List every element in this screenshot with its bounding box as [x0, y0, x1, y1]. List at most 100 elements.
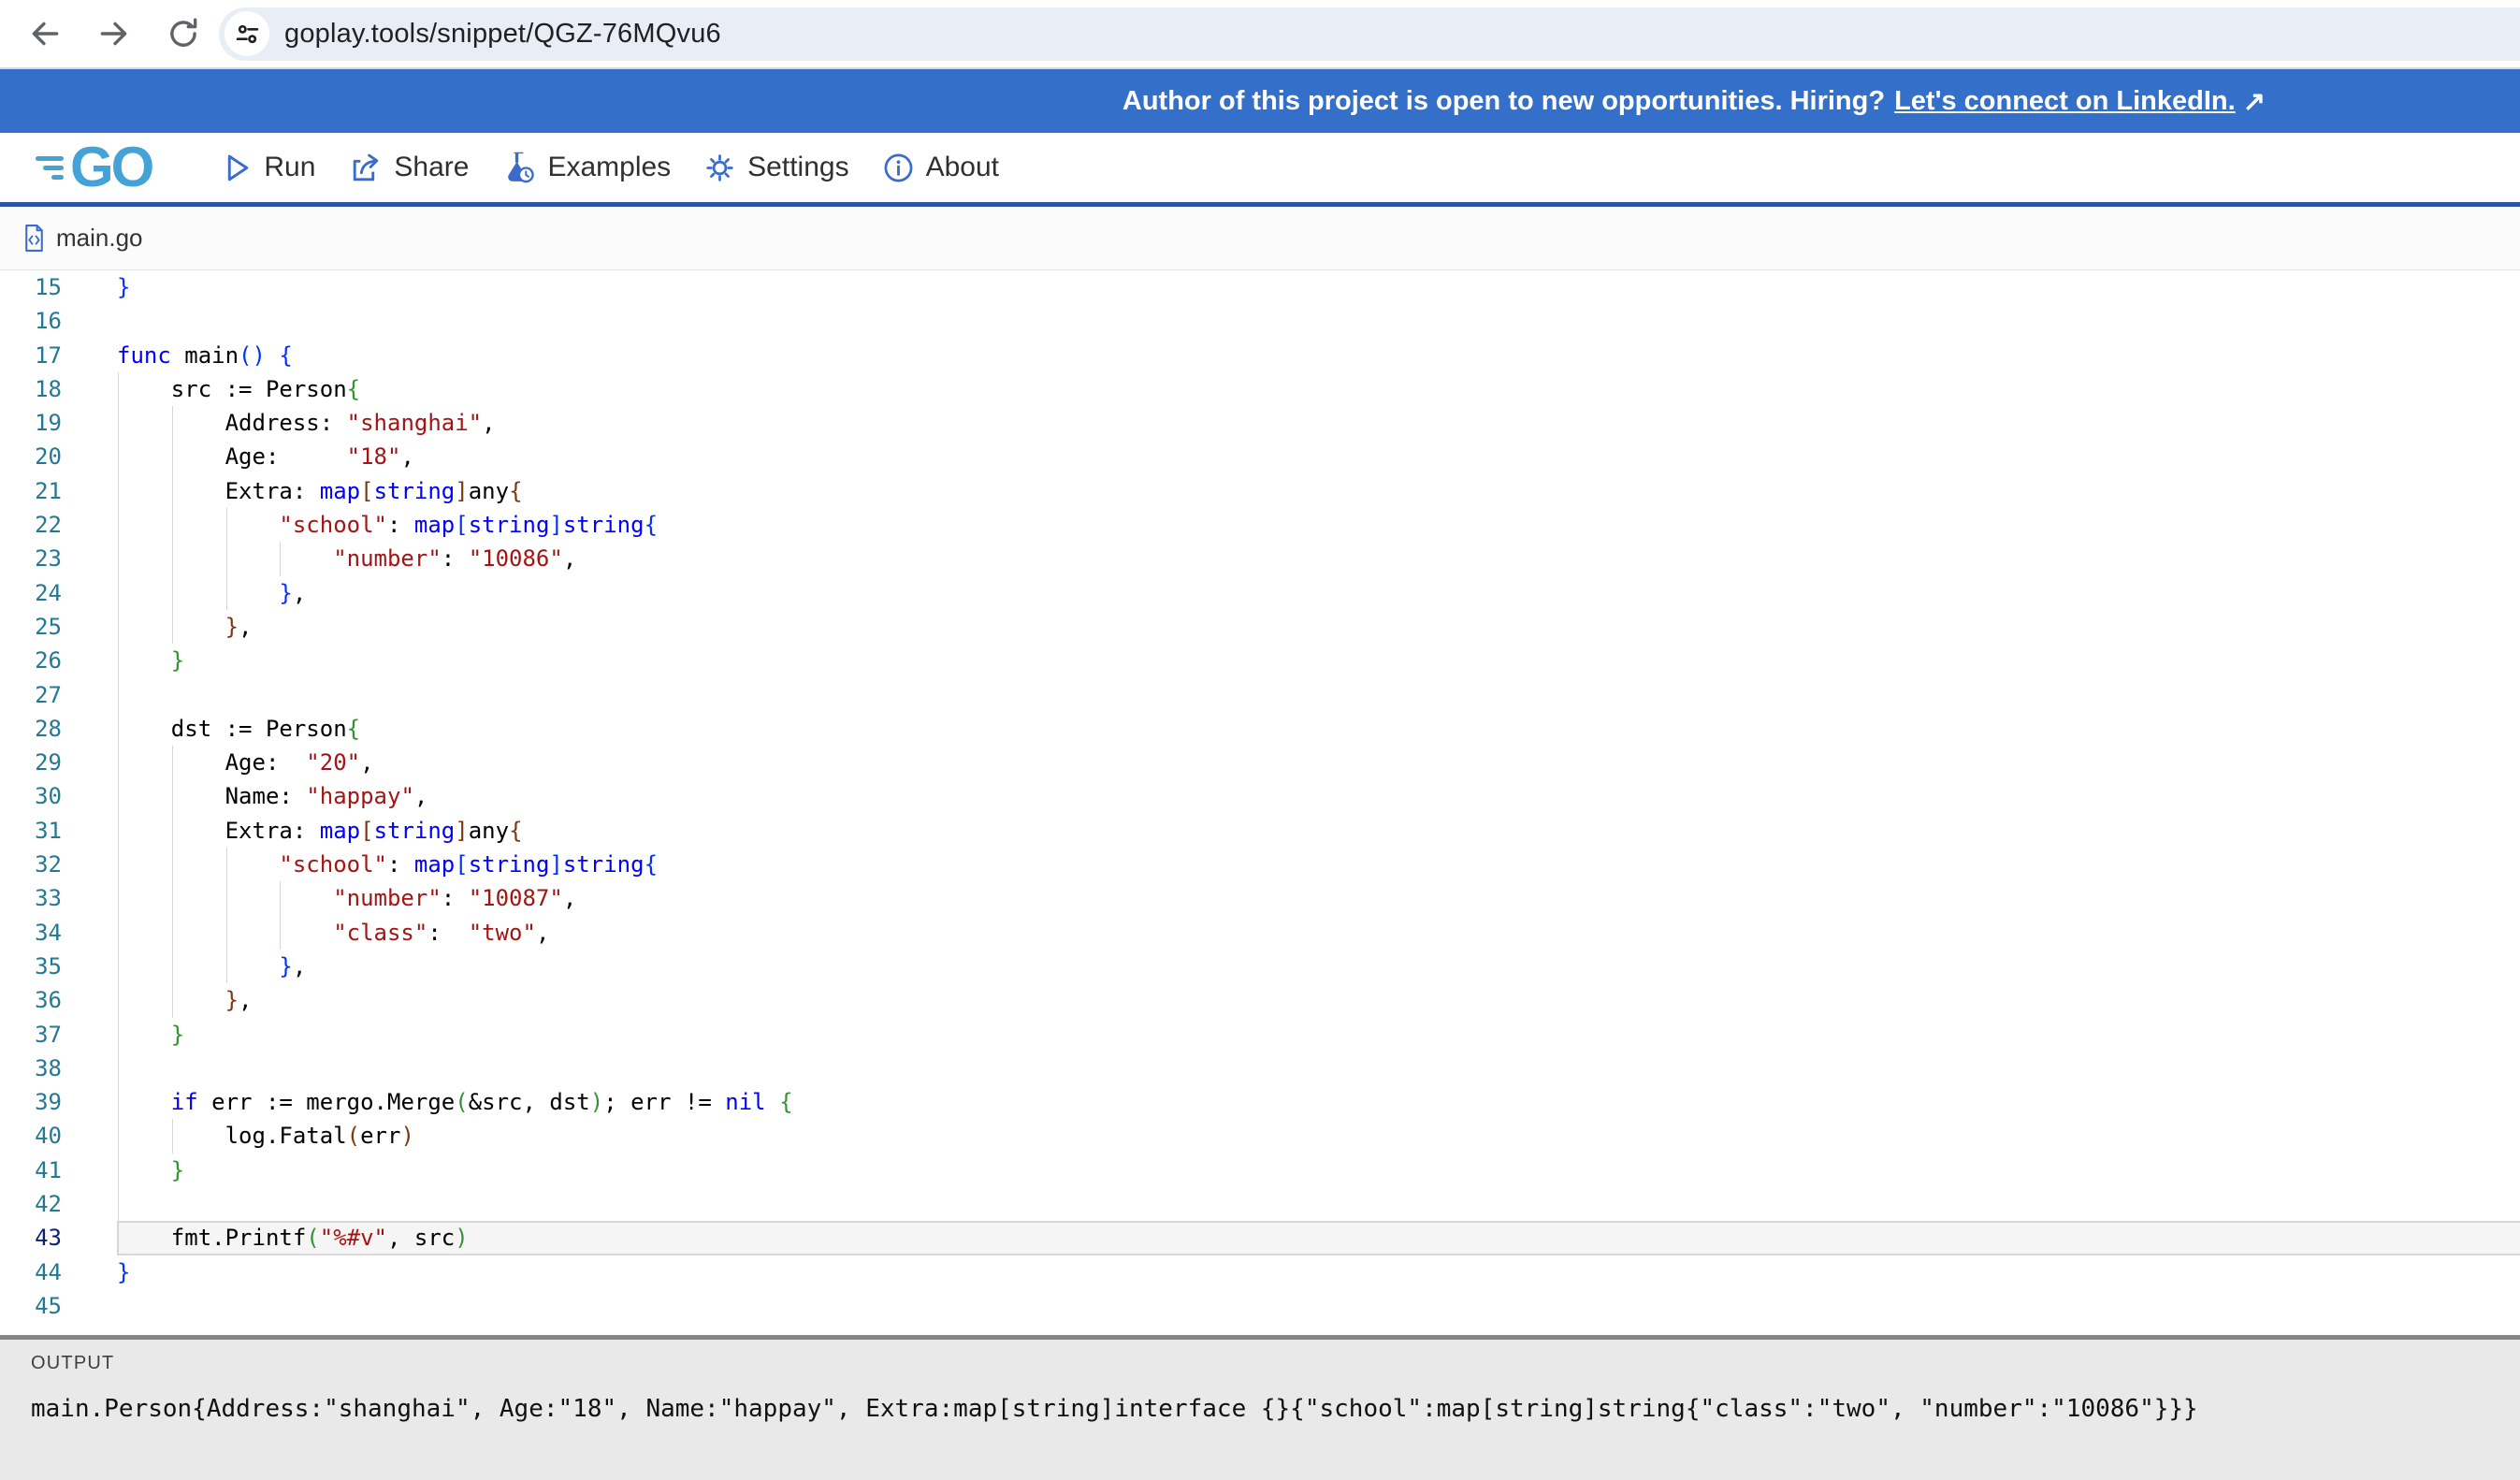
code-line-19[interactable]: 19 Address: "shanghai", [0, 406, 2520, 440]
code-line-39[interactable]: 39 if err := mergo.Merge(&src, dst); err… [0, 1085, 2520, 1119]
code-line-16[interactable]: 16 [0, 304, 2520, 338]
code-line-35[interactable]: 35 }, [0, 950, 2520, 983]
code-line-30[interactable]: 30 Name: "happay", [0, 779, 2520, 813]
code-line-41[interactable]: 41 } [0, 1154, 2520, 1187]
code-line-22[interactable]: 22 "school": map[string]string{ [0, 508, 2520, 542]
code-text: "number": "10086", [117, 545, 576, 572]
run-button[interactable]: Run [223, 152, 315, 183]
indent-guide [118, 1187, 119, 1221]
code-text: Extra: map[string]any{ [117, 478, 523, 504]
run-label: Run [264, 152, 315, 183]
line-number: 30 [0, 779, 62, 813]
line-number: 24 [0, 576, 62, 610]
code-line-25[interactable]: 25 }, [0, 610, 2520, 644]
line-number: 27 [0, 678, 62, 712]
line-number: 45 [0, 1289, 62, 1323]
line-number: 41 [0, 1154, 62, 1187]
banner-message: Author of this project is open to new op… [1122, 86, 1885, 117]
about-button[interactable]: About [883, 152, 999, 183]
examples-button[interactable]: Examples [502, 151, 671, 184]
code-line-38[interactable]: 38 [0, 1052, 2520, 1085]
code-line-21[interactable]: 21 Extra: map[string]any{ [0, 474, 2520, 508]
go-logo-speed-lines [36, 156, 64, 180]
code-text: Name: "happay", [117, 783, 427, 809]
code-line-36[interactable]: 36 }, [0, 983, 2520, 1017]
hiring-banner: Author of this project is open to new op… [0, 69, 2520, 133]
code-line-29[interactable]: 29 Age: "20", [0, 746, 2520, 779]
code-line-24[interactable]: 24 }, [0, 576, 2520, 610]
line-number: 28 [0, 712, 62, 746]
code-line-18[interactable]: 18 src := Person{ [0, 372, 2520, 406]
line-number: 16 [0, 304, 62, 338]
settings-button[interactable]: Settings [704, 152, 848, 183]
share-button[interactable]: Share [349, 152, 469, 183]
line-number: 18 [0, 372, 62, 406]
line-number: 38 [0, 1052, 62, 1085]
code-line-37[interactable]: 37 } [0, 1018, 2520, 1052]
line-number: 17 [0, 339, 62, 372]
code-text: Address: "shanghai", [117, 410, 496, 436]
code-line-28[interactable]: 28 dst := Person{ [0, 712, 2520, 746]
linkedin-link[interactable]: Let's connect on LinkedIn. [1894, 86, 2236, 117]
site-info-button[interactable] [224, 11, 269, 56]
code-line-31[interactable]: 31 Extra: map[string]any{ [0, 814, 2520, 848]
code-lines: 15}1617func main() {18 src := Person{19 … [0, 270, 2520, 1323]
line-number: 43 [0, 1221, 62, 1255]
go-file-icon [22, 224, 46, 253]
code-line-15[interactable]: 15} [0, 270, 2520, 304]
code-line-23[interactable]: 23 "number": "10086", [0, 542, 2520, 575]
line-number: 33 [0, 881, 62, 915]
code-text: } [117, 1259, 130, 1285]
reload-button[interactable] [165, 15, 202, 52]
code-text: "number": "10087", [117, 885, 576, 911]
indent-guide [118, 1052, 119, 1085]
share-icon [349, 152, 382, 183]
code-line-26[interactable]: 26 } [0, 644, 2520, 677]
url-text: goplay.tools/snippet/QGZ-76MQvu6 [284, 19, 721, 50]
code-text: }, [117, 580, 306, 606]
line-number: 31 [0, 814, 62, 848]
code-text: if err := mergo.Merge(&src, dst); err !=… [117, 1089, 793, 1115]
code-text: "school": map[string]string{ [117, 851, 658, 878]
code-line-17[interactable]: 17func main() { [0, 339, 2520, 372]
share-label: Share [394, 152, 469, 183]
output-label: OUTPUT [31, 1353, 2520, 1374]
line-number: 25 [0, 610, 62, 644]
code-line-40[interactable]: 40 log.Fatal(err) [0, 1119, 2520, 1153]
back-arrow-icon [27, 16, 63, 51]
examples-label: Examples [547, 152, 671, 183]
line-number: 37 [0, 1018, 62, 1052]
line-number: 29 [0, 746, 62, 779]
current-line-highlight [117, 1221, 2520, 1255]
code-line-27[interactable]: 27 [0, 678, 2520, 712]
code-line-20[interactable]: 20 Age: "18", [0, 440, 2520, 473]
external-link-icon: ↗ [2243, 85, 2266, 118]
code-line-45[interactable]: 45 [0, 1289, 2520, 1323]
code-line-43[interactable]: 43 fmt.Printf("%#v", src) [0, 1221, 2520, 1255]
back-button[interactable] [26, 15, 64, 52]
go-logo[interactable]: GO [36, 139, 152, 196]
line-number: 40 [0, 1119, 62, 1153]
line-number: 22 [0, 508, 62, 542]
code-line-42[interactable]: 42 [0, 1187, 2520, 1221]
code-text: dst := Person{ [117, 716, 360, 742]
code-text: src := Person{ [117, 376, 360, 402]
code-line-44[interactable]: 44} [0, 1255, 2520, 1289]
url-bar[interactable]: goplay.tools/snippet/QGZ-76MQvu6 [219, 7, 2520, 61]
code-text: }, [117, 953, 306, 979]
browser-toolbar: goplay.tools/snippet/QGZ-76MQvu6 [0, 0, 2520, 69]
code-text: "school": map[string]string{ [117, 512, 658, 538]
code-line-33[interactable]: 33 "number": "10087", [0, 881, 2520, 915]
code-line-32[interactable]: 32 "school": map[string]string{ [0, 848, 2520, 881]
forward-button[interactable] [95, 15, 133, 52]
line-number: 32 [0, 848, 62, 881]
code-text: Age: "20", [117, 749, 374, 776]
header-menu: Run Share [223, 151, 999, 184]
run-icon [223, 152, 252, 183]
output-text: main.Person{Address:"shanghai", Age:"18"… [31, 1395, 2520, 1423]
line-number: 39 [0, 1085, 62, 1119]
code-line-34[interactable]: 34 "class": "two", [0, 916, 2520, 950]
tab-main-go[interactable]: main.go [22, 224, 143, 253]
line-number: 44 [0, 1255, 62, 1289]
tab-label: main.go [56, 224, 143, 253]
